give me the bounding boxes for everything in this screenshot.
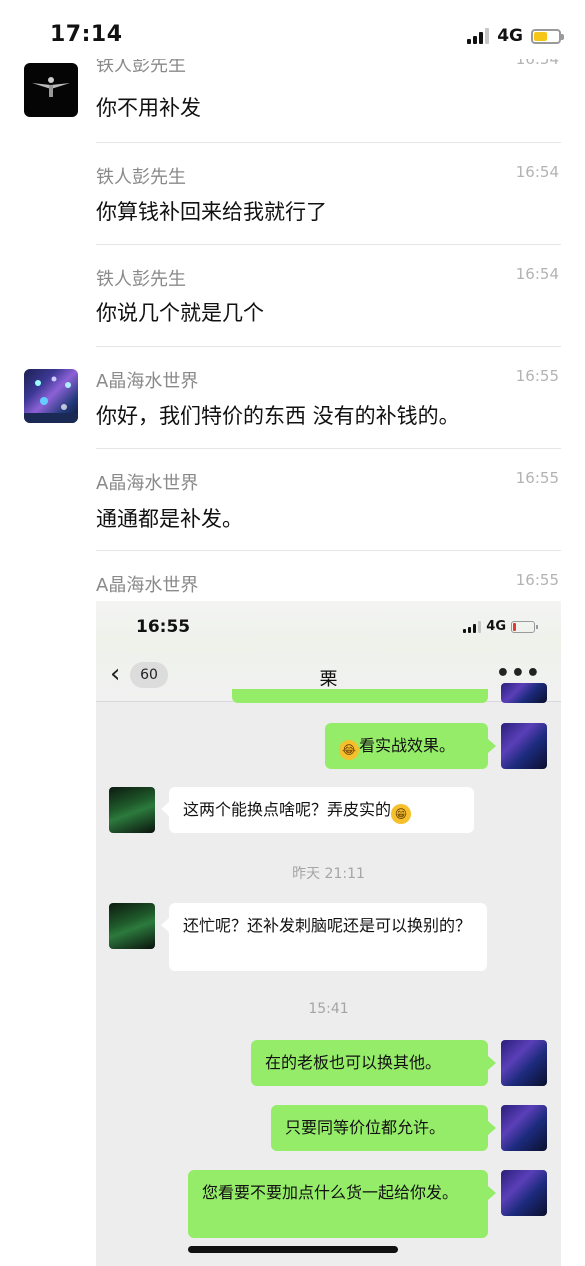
sender-name: 铁人彭先生: [96, 167, 186, 188]
screenshot-status-indicators: 4G: [463, 619, 538, 634]
cellular-signal-icon: [467, 28, 490, 44]
avatar[interactable]: [24, 369, 78, 423]
divider: [96, 244, 561, 245]
message-time: 16:55: [515, 571, 559, 589]
status-time: 17:14: [50, 22, 123, 47]
network-type: 4G: [486, 619, 506, 634]
divider: [96, 142, 561, 143]
screenshot-image[interactable]: 16:55 4G ‹ 60 栗 ••• 😂 看实战效果。 这两个能换点啥呢？弄皮实…: [96, 601, 561, 1266]
chat-bubble: 😂 看实战效果。: [325, 723, 488, 769]
chat-bubble: 您看要不要加点什么货一起给你发。: [188, 1170, 488, 1238]
chat-bubble: 在的老板也可以换其他。: [251, 1040, 488, 1086]
status-indicators: 4G: [467, 26, 564, 46]
message-time: 16:55: [515, 469, 559, 487]
battery-low-icon: [511, 620, 538, 633]
message-text[interactable]: 你说几个就是几个: [96, 297, 264, 327]
avatar: [501, 683, 547, 703]
avatar[interactable]: [24, 63, 78, 117]
network-type: 4G: [497, 26, 523, 46]
laughing-emoji-icon: 😂: [339, 740, 359, 760]
divider: [96, 448, 561, 449]
sender-name: 铁人彭先生: [96, 269, 186, 290]
message-time: 16:54: [515, 59, 559, 68]
message-text[interactable]: 你不用补发: [96, 92, 201, 122]
message-text[interactable]: 你好，我们特价的东西 没有的补钱的。: [96, 400, 460, 430]
cut-off-bubble: [232, 689, 488, 703]
bubble-tail: [161, 918, 169, 932]
cellular-signal-icon: [463, 620, 482, 633]
divider: [96, 346, 561, 347]
chat-timestamp: 昨天 21:11: [292, 866, 365, 882]
avatar: [501, 1170, 547, 1216]
sender-name: A晶海水世界: [96, 473, 199, 494]
message-time: 16:54: [515, 163, 559, 181]
avatar: [501, 723, 547, 769]
avatar: [109, 787, 155, 833]
chat-bubble: 还忙呢？还补发刺脑呢还是可以换别的？: [169, 903, 487, 971]
chat-bubble: 这两个能换点啥呢？弄皮实的 😁: [169, 787, 474, 833]
message-time: 16:55: [515, 367, 559, 385]
avatar: [109, 903, 155, 949]
bubble-tail: [488, 739, 496, 753]
bubble-tail: [488, 1056, 496, 1070]
home-indicator: [188, 1246, 398, 1253]
sender-name: A晶海水世界: [96, 371, 199, 392]
bubble-tail: [488, 1121, 496, 1135]
sender-name: 铁人彭先生: [96, 59, 186, 76]
message-text[interactable]: 通通都是补发。: [96, 503, 243, 533]
bubble-tail: [161, 802, 169, 816]
bubble-tail: [488, 1186, 496, 1200]
chat-title: 栗: [319, 669, 338, 690]
screenshot-status-time: 16:55: [136, 617, 191, 637]
chat-timestamp: 15:41: [308, 1001, 349, 1017]
message-text[interactable]: 你算钱补回来给我就行了: [96, 196, 327, 226]
grinning-emoji-icon: 😁: [391, 804, 412, 824]
message-time: 16:54: [515, 265, 559, 283]
avatar: [501, 1105, 547, 1151]
avatar: [501, 1040, 547, 1086]
battery-icon: [531, 28, 564, 44]
chat-bubble: 只要同等价位都允许。: [271, 1105, 488, 1151]
sender-name: A晶海水世界: [96, 575, 199, 596]
divider: [96, 550, 561, 551]
